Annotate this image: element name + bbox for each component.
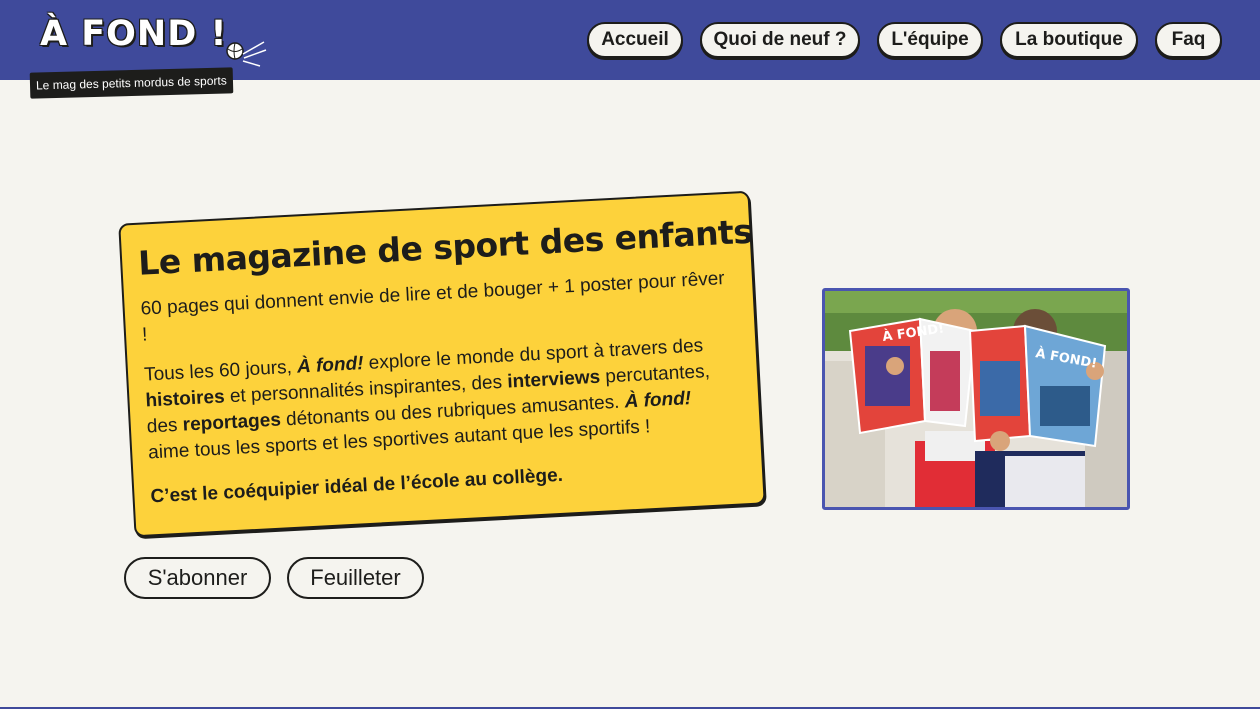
keyword-reportages: reportages xyxy=(182,409,282,436)
kids-reading-photo: À FOND! À FOND! xyxy=(822,288,1130,510)
site-logo[interactable]: À FOND ! xyxy=(40,14,267,74)
nav-accueil-button[interactable]: Accueil xyxy=(587,22,683,58)
nav-equipe-button[interactable]: L'équipe xyxy=(877,22,983,58)
nav-boutique-button[interactable]: La boutique xyxy=(1000,22,1138,58)
subscribe-button[interactable]: S'abonner xyxy=(124,557,271,599)
description-text: Tous les 60 jours, xyxy=(143,356,298,386)
logo-tagline: Le mag des petits mordus de sports xyxy=(29,67,234,99)
browse-button[interactable]: Feuilleter xyxy=(287,557,424,599)
keyword-histoires: histoires xyxy=(144,386,226,412)
nav-faq-button[interactable]: Faq xyxy=(1155,22,1222,58)
photo-illustration: À FOND! À FOND! xyxy=(825,291,1127,507)
hero-description: Tous les 60 jours, À fond! explore le mo… xyxy=(144,332,739,467)
brand-mention: À fond! xyxy=(296,353,365,378)
brand-mention: À fond! xyxy=(624,388,692,413)
hero-closing: C’est le coéquipier idéal de l’école au … xyxy=(150,464,564,508)
nav-quoi-de-neuf-button[interactable]: Quoi de neuf ? xyxy=(700,22,860,58)
logo-wordmark: À FOND ! xyxy=(40,14,228,54)
hero-card: Le magazine de sport des enfants 60 page… xyxy=(118,190,766,538)
keyword-interviews: interviews xyxy=(506,366,601,393)
